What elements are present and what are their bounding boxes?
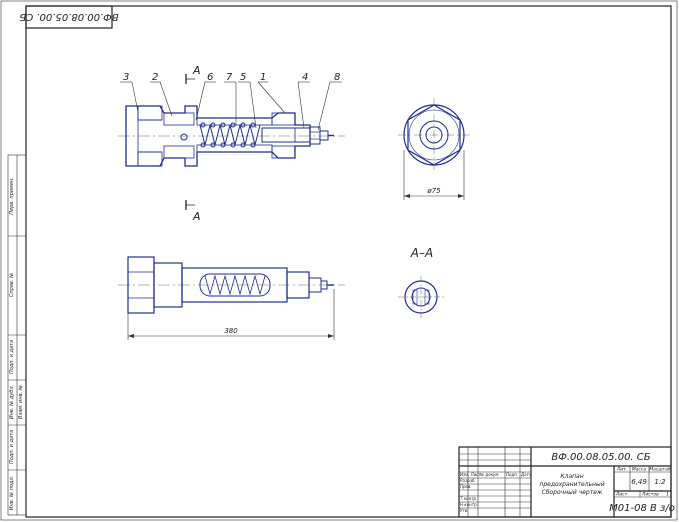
side-label-4: Взам. инв. № [18,385,24,419]
callout-6: 6 [207,72,213,83]
tb-hdr-doc: № докум. [479,472,500,477]
side-label-5: Подп. и дата [9,430,15,464]
tb-row-4: Н.контр. [460,502,478,507]
tb-col-mass: Масса [632,467,647,473]
callout-5: 5 [240,72,246,83]
dim-length: 380 [224,327,238,335]
side-label-3: Инв. № дубл. [9,385,15,419]
section-a-a-label: А–А [410,246,433,260]
callout-2: 2 [152,72,158,83]
tb-name-3: Сборочный чертеж [542,489,603,496]
left-side-columns: Перв. примен. Справ. № Подп. и дата Инв.… [7,154,27,516]
tb-hdr-sign: Подп. [506,472,518,477]
tb-scale: 1:2 [654,478,666,486]
tb-name-1: Клапан [560,473,583,480]
tb-sheets-count: 1 [666,492,669,498]
front-view: 380 [118,256,345,340]
callout-4: 4 [302,72,308,83]
tb-row-5: Утв. [460,508,468,513]
tb-col-scale: Масштаб [649,467,671,473]
tb-group: М01-08 В з/о [609,503,675,514]
tb-row-1: Разраб. [460,478,476,483]
side-label-2: Подп. и дата [9,340,15,374]
tb-sheets: Листов [641,492,659,498]
section-mark-bottom: А [192,210,201,223]
dim-diameter: ø75 [426,187,441,195]
tb-hdr-date: Дата [520,472,532,477]
section-marks: А А [185,64,201,223]
top-stamp: ВФ.00.08.05.00. СБ [19,5,119,29]
callout-3: 3 [123,72,129,83]
tb-row-0: Изм. Лист [460,472,481,477]
callout-1: 1 [260,72,266,83]
end-view: ø75 [398,98,470,200]
title-block: Изм. Лист Разраб. Пров. Т.контр. Н.контр… [458,446,675,518]
tb-row-3: Т.контр. [460,496,477,501]
tb-name-2: предохранительный [539,481,604,488]
tb-col-lit: Лит. [616,467,627,473]
tb-row-2: Пров. [460,484,472,489]
sectional-view [118,105,345,167]
side-label-0: Перв. примен. [9,177,15,215]
assembly-drawing-sheet: ВФ.00.08.05.00. СБ Перв. примен. Справ. … [0,0,678,521]
tb-sheet: Лист [615,492,628,498]
callout-8: 8 [334,72,340,83]
side-label-6: Инв. № подл. [9,476,15,511]
callouts: 3 2 6 7 5 1 4 8 [120,72,342,131]
section-mark-top: А [192,64,201,77]
tb-designation: ВФ.00.08.05.00. СБ [551,452,650,463]
tb-mass: 6,49 [631,478,647,486]
callout-7: 7 [226,72,233,83]
section-a-a: А–А [398,246,444,318]
top-stamp-text: ВФ.00.08.05.00. СБ [19,11,118,22]
side-label-1: Справ. № [9,273,15,297]
